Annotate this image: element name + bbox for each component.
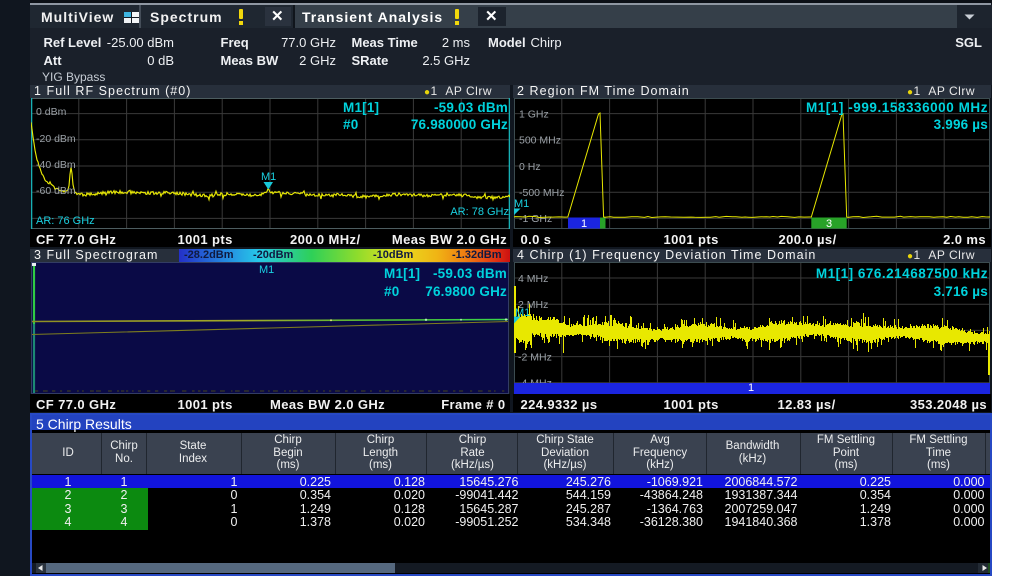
svg-text:1 GHz: 1 GHz bbox=[519, 108, 549, 120]
svg-text:-1 GHz: -1 GHz bbox=[519, 213, 552, 225]
svg-text:500 MHz: 500 MHz bbox=[519, 135, 561, 147]
svg-text:0 Hz: 0 Hz bbox=[519, 161, 541, 173]
svg-text:-2 MHz: -2 MHz bbox=[518, 351, 552, 363]
svg-text:4 MHz: 4 MHz bbox=[518, 273, 548, 285]
